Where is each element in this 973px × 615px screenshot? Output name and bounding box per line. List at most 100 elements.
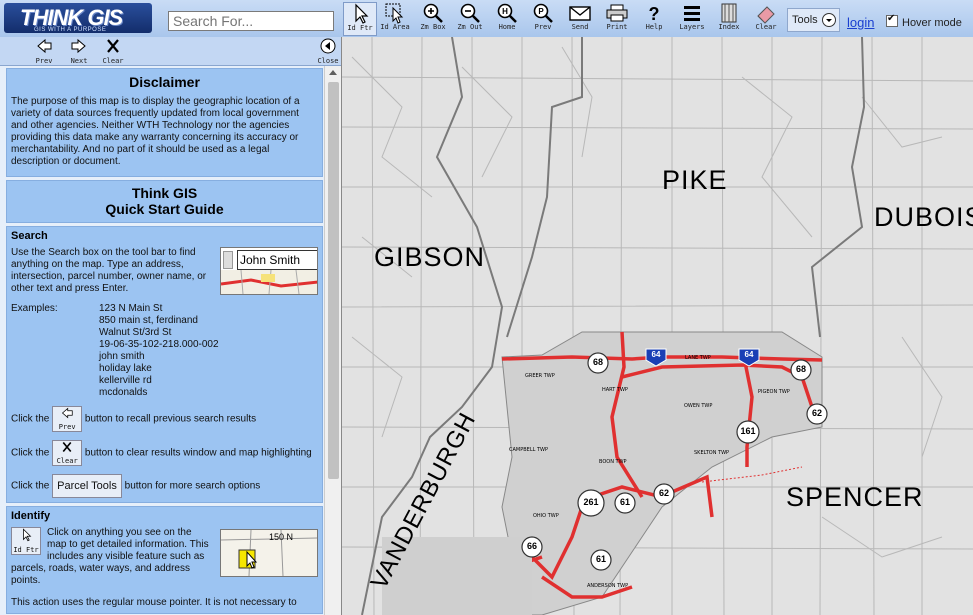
county-label-pike: PIKE	[662, 165, 728, 195]
arrow-left-icon	[62, 407, 73, 419]
next-results-button[interactable]: Next	[66, 38, 92, 65]
send-label: Send	[571, 23, 589, 31]
identify-text-block: Id Ftr Click on anything you see on the …	[11, 527, 209, 587]
tools-dropdown[interactable]: Tools	[787, 8, 840, 32]
township-label: ANDERSON TWP	[587, 583, 629, 589]
township-label: LANE TWP	[685, 355, 711, 361]
id-area-button[interactable]: Id Area	[378, 2, 412, 36]
logo-tagline: GIS WITH A PURPOSE	[34, 27, 107, 33]
route-61-label: 61	[595, 554, 606, 564]
id-feature-label: Id Ftr	[347, 24, 373, 32]
id-area-label: Id Area	[380, 23, 410, 31]
guide-title-line2: Quick Start Guide	[105, 201, 224, 217]
panel-scrollbar[interactable]	[324, 66, 341, 615]
arrow-left-icon	[37, 38, 52, 54]
township-label: HART TWP	[602, 387, 628, 393]
township-label: SKELTON TWP	[694, 450, 730, 456]
prev-results-label: Prev	[35, 57, 53, 65]
scrollbar-thumb[interactable]	[328, 82, 339, 479]
township-label: OWEN TWP	[684, 403, 713, 409]
map-view[interactable]: PIKE DUBOIS GIBSON VANDERBURGH SPENCER 6…	[341, 37, 973, 615]
clear-results-button[interactable]: Clear	[100, 38, 126, 65]
home-button[interactable]: H Home	[490, 2, 524, 36]
parcel-help-row: Click the Parcel Tools button for more s…	[7, 466, 322, 498]
county-label-spencer: SPENCER	[786, 482, 924, 512]
example-item: 19-06-35-102-218.000-002	[99, 339, 219, 350]
guide-title-line1: Think GIS	[131, 185, 198, 201]
township-label: CAMPBELL TWP	[509, 447, 549, 453]
id-feature-button[interactable]: Id Ftr	[343, 2, 377, 36]
clear-button[interactable]: Clear	[749, 2, 783, 36]
sample-search-value: John Smith	[236, 250, 317, 270]
prev-help-row: Click the Prev button to recall previous…	[7, 399, 322, 432]
township-label: BOON TWP	[599, 459, 627, 465]
identify-example-thumbnail: 150 N	[219, 529, 318, 577]
svg-text:P: P	[538, 7, 544, 16]
example-item: holiday lake	[99, 363, 152, 374]
index-button[interactable]: Index	[712, 2, 746, 36]
township-label: GREER TWP	[525, 373, 555, 379]
index-label: Index	[718, 23, 740, 31]
zoom-box-button[interactable]: Zm Box	[416, 2, 450, 36]
click-prefix: Click the	[11, 480, 50, 492]
close-panel-button[interactable]: Close	[315, 38, 341, 65]
interstate-64-label: 64	[651, 350, 661, 359]
help-icon: ?	[649, 4, 660, 24]
pointer-icon	[23, 528, 32, 542]
disclaimer-box: Disclaimer The purpose of this map is to…	[6, 68, 323, 177]
disclaimer-text: The purpose of this map is to display th…	[11, 96, 300, 167]
chevron-down-icon	[822, 13, 836, 27]
example-item: 850 main st, ferdinand	[99, 315, 198, 326]
route-66-label: 66	[526, 541, 537, 551]
map-thumb-icon	[220, 270, 317, 294]
layers-label: Layers	[679, 23, 705, 31]
print-button[interactable]: Print	[600, 2, 634, 36]
checkbox-checked-icon	[886, 13, 898, 27]
eraser-icon	[757, 6, 775, 24]
example-item: 123 N Main St	[99, 303, 163, 314]
area-pointer-icon	[385, 3, 404, 24]
home-icon: H	[497, 3, 517, 23]
x-icon	[62, 441, 72, 453]
panel-content: Disclaimer The purpose of this map is to…	[6, 68, 323, 615]
thinkgis-logo[interactable]: THINK GIS GIS WITH A PURPOSE	[4, 3, 152, 33]
identify-more-text: This action uses the regular mouse point…	[11, 597, 297, 608]
prev-results-button[interactable]: Prev	[31, 38, 57, 65]
send-button[interactable]: Send	[563, 2, 597, 36]
search-input[interactable]	[168, 11, 334, 31]
route-68-label: 68	[795, 364, 806, 374]
sample-id-feature-button: Id Ftr	[11, 527, 41, 555]
print-label: Print	[606, 23, 628, 31]
identify-section: Identify Id Ftr Click on anything you se…	[6, 506, 323, 614]
login-link[interactable]: login	[847, 15, 874, 30]
results-nav-bar: Prev Next Clear Close	[0, 37, 341, 66]
hover-mode-checkbox[interactable]: Hover mode	[886, 13, 962, 29]
scroll-up-icon[interactable]	[329, 70, 337, 75]
printer-icon	[606, 4, 628, 22]
interstate-64-label: 64	[744, 350, 754, 359]
pointer-icon	[355, 3, 369, 24]
prev-view-button[interactable]: P Prev	[526, 2, 560, 36]
close-panel-label: Close	[317, 57, 339, 65]
county-label-gibson: GIBSON	[374, 242, 486, 272]
search-section: Search Use the Search box on the tool ba…	[6, 226, 323, 503]
arrow-right-icon	[71, 38, 86, 54]
parcel-help-text: button for more search options	[124, 480, 261, 492]
left-panel: Disclaimer The purpose of this map is to…	[0, 66, 341, 615]
envelope-icon	[569, 6, 591, 21]
sample-id-feature-label: Id Ftr	[13, 546, 39, 554]
sample-prev-label: Prev	[58, 423, 76, 431]
hover-mode-label: Hover mode	[902, 17, 962, 29]
zoom-out-icon	[460, 3, 480, 23]
zoom-out-button[interactable]: Zm Out	[453, 2, 487, 36]
clear-help-row: Click the Clear button to clear results …	[7, 432, 322, 466]
help-button[interactable]: ? Help	[637, 2, 671, 36]
route-61-label: 61	[619, 497, 630, 507]
route-261-label: 261	[583, 497, 599, 507]
zoom-box-label: Zm Box	[420, 23, 446, 31]
township-label: PIGEON TWP	[758, 389, 790, 395]
layers-button[interactable]: Layers	[675, 2, 709, 36]
road-network	[342, 37, 973, 615]
clear-label: Clear	[755, 23, 777, 31]
examples-list: 123 N Main St 850 main st, ferdinand Wal…	[99, 303, 219, 399]
